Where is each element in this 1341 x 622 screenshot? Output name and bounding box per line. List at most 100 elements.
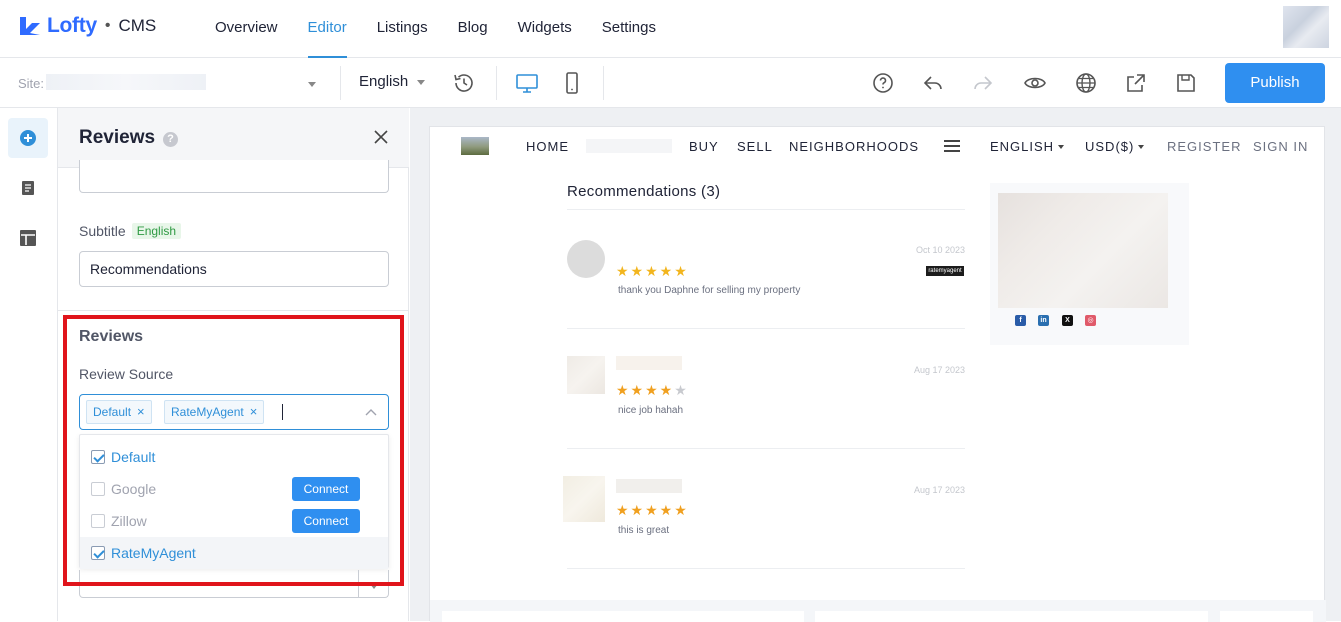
nav-listings[interactable]: Listings	[362, 0, 443, 58]
subtitle-label-text: Subtitle	[79, 223, 126, 239]
review-date: Aug 17 2023	[913, 485, 965, 495]
site-signin-link[interactable]: SIGN IN	[1253, 139, 1308, 154]
redo-icon[interactable]	[971, 71, 995, 95]
divider	[567, 568, 965, 569]
save-icon[interactable]	[1174, 71, 1198, 95]
review-text: nice job hahah	[618, 405, 684, 416]
toolbar-divider	[603, 66, 604, 100]
next-section-card	[815, 611, 1208, 622]
logo-text: Lofty	[47, 14, 97, 37]
instagram-icon[interactable]: ◎	[1085, 315, 1096, 326]
user-avatar[interactable]	[1283, 6, 1329, 48]
facebook-icon[interactable]: f	[1015, 315, 1026, 326]
divider	[567, 448, 965, 449]
review-text: this is great	[618, 525, 670, 536]
site-register-link[interactable]: REGISTER	[1167, 139, 1241, 154]
star-rating: ★★★★★	[616, 382, 689, 399]
reviewer-name	[616, 356, 682, 370]
site-nav-home[interactable]: HOME	[526, 139, 569, 154]
site-nav-sell[interactable]: SELL	[737, 139, 773, 154]
star-rating: ★★★★★	[616, 263, 689, 280]
red-highlight-box	[63, 315, 404, 586]
x-icon[interactable]: X	[1062, 315, 1073, 326]
preview-eye-icon[interactable]	[1023, 71, 1047, 95]
top-header: Lofty • CMS Overview Editor Listings Blo…	[0, 0, 1341, 58]
star-icon: ★★★★	[616, 382, 675, 398]
rail-add-button[interactable]	[8, 118, 48, 158]
site-nav-buy[interactable]: BUY	[689, 139, 719, 154]
reviewer-avatar	[563, 476, 605, 522]
site-nav-blurred[interactable]	[586, 139, 672, 153]
nav-overview[interactable]: Overview	[200, 0, 293, 58]
close-icon[interactable]	[374, 130, 388, 144]
star-icon: ★★★★★	[616, 502, 689, 518]
reviews-heading: Recommendations (3)	[567, 183, 721, 200]
language-chevron-down-icon[interactable]	[417, 80, 425, 85]
globe-icon[interactable]	[1074, 71, 1098, 95]
site-language-select[interactable]: ENGLISH	[990, 139, 1065, 154]
preview-canvas: HOME BUY SELL NEIGHBORHOODS ENGLISH USD(…	[410, 108, 1341, 622]
next-section-card	[442, 611, 804, 622]
undo-icon[interactable]	[921, 71, 945, 95]
linkedin-icon[interactable]: in	[1038, 315, 1049, 326]
history-icon[interactable]	[452, 71, 476, 95]
star-empty-icon: ★	[674, 382, 689, 398]
panel-title: Reviews	[79, 127, 156, 148]
add-icon	[20, 130, 36, 146]
reviewer-avatar	[567, 356, 605, 394]
nav-settings[interactable]: Settings	[587, 0, 671, 58]
panel-header: Reviews ?	[58, 108, 409, 168]
help-icon[interactable]	[871, 71, 895, 95]
site-logo[interactable]	[461, 137, 489, 155]
site-nav-neighborhoods[interactable]: NEIGHBORHOODS	[789, 139, 919, 154]
site-label: Site:	[18, 76, 45, 91]
desktop-icon[interactable]	[515, 71, 539, 95]
product-name: CMS	[118, 16, 157, 35]
reviewer-name	[616, 479, 682, 493]
site-select[interactable]	[46, 74, 206, 90]
star-icon: ★★★★★	[616, 263, 689, 279]
site-currency-label: USD($)	[1085, 139, 1135, 154]
section-divider	[58, 310, 409, 311]
site-currency-select[interactable]: USD($)	[1085, 139, 1145, 154]
lofty-logo-icon	[20, 17, 40, 35]
main-nav: Overview Editor Listings Blog Widgets Se…	[200, 0, 671, 58]
review-date: Aug 17 2023	[913, 365, 965, 375]
mobile-icon[interactable]	[560, 71, 584, 95]
subtitle-label: Subtitle English	[79, 223, 182, 239]
logo-separator: •	[104, 17, 111, 34]
language-badge: English	[131, 223, 182, 239]
lofty-logo[interactable]: Lofty • CMS	[18, 14, 156, 38]
site-language-label: ENGLISH	[990, 139, 1055, 154]
share-icon[interactable]	[1124, 71, 1148, 95]
website-preview: HOME BUY SELL NEIGHBORHOODS ENGLISH USD(…	[429, 126, 1326, 622]
nav-blog[interactable]: Blog	[443, 0, 503, 58]
editor-toolbar: Site: English Publish	[0, 58, 1341, 108]
language-select[interactable]: English	[359, 73, 408, 90]
site-chevron-down-icon[interactable]	[308, 82, 316, 87]
title-input[interactable]	[79, 160, 389, 193]
rail-pages-button[interactable]	[8, 168, 48, 208]
publish-button[interactable]: Publish	[1225, 63, 1325, 103]
nav-widgets[interactable]: Widgets	[503, 0, 587, 58]
review-date: Oct 10 2023	[915, 245, 965, 255]
agent-photo	[998, 193, 1168, 308]
chevron-down-icon	[1138, 145, 1145, 149]
ratemyagent-badge: ratemyagent	[926, 266, 964, 276]
left-rail	[0, 108, 58, 621]
rail-layout-button[interactable]	[8, 218, 48, 258]
chevron-down-icon	[1058, 145, 1065, 149]
menu-icon[interactable]	[944, 140, 960, 152]
subtitle-input[interactable]: Recommendations	[79, 251, 389, 287]
help-icon[interactable]: ?	[163, 132, 178, 147]
reviewer-avatar	[567, 240, 605, 278]
page-icon	[22, 181, 34, 195]
layout-icon	[20, 230, 36, 246]
agent-card: f in X ◎	[990, 183, 1189, 345]
toolbar-divider	[340, 66, 341, 100]
divider	[567, 328, 965, 329]
toolbar-divider	[496, 66, 497, 100]
star-rating: ★★★★★	[616, 502, 689, 519]
nav-editor[interactable]: Editor	[293, 0, 362, 58]
next-section-card	[1220, 611, 1313, 622]
